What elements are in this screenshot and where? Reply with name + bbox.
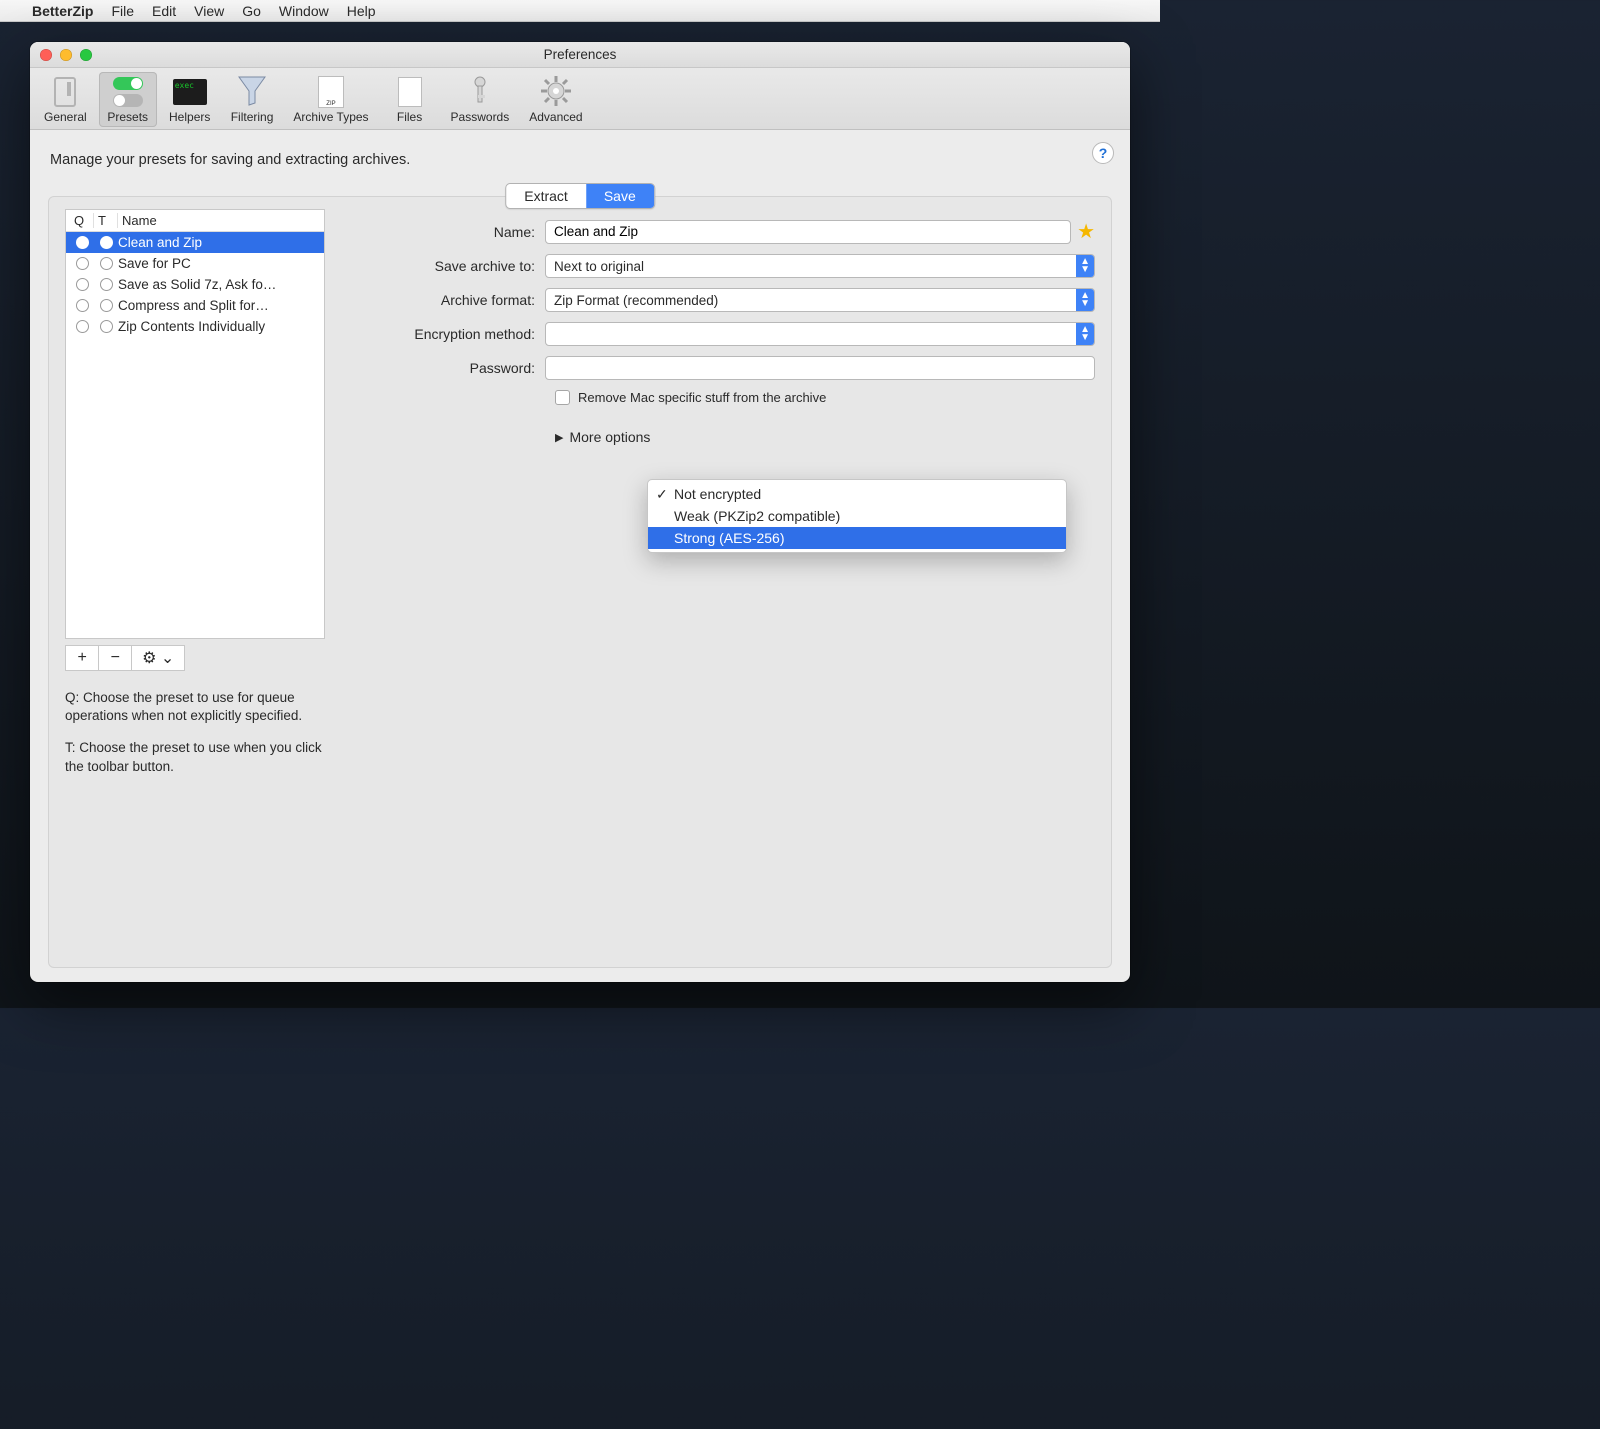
minimize-icon[interactable]	[60, 49, 72, 61]
col-name[interactable]: Name	[118, 213, 320, 228]
password-input[interactable]	[545, 356, 1095, 380]
chevron-updown-icon: ▲▼	[1080, 326, 1090, 342]
presets-icon	[113, 77, 143, 107]
favorite-star-icon[interactable]: ★	[1077, 219, 1095, 244]
preset-table-header: Q T Name	[66, 210, 324, 232]
menu-edit[interactable]: Edit	[152, 3, 176, 19]
archive-types-icon: ZIP	[318, 76, 344, 108]
radio-q[interactable]	[76, 236, 89, 249]
col-q[interactable]: Q	[70, 213, 94, 228]
segment-extract[interactable]: Extract	[506, 184, 586, 208]
toolbar-general[interactable]: General	[36, 72, 95, 127]
toolbar-presets[interactable]: Presets	[99, 72, 157, 127]
encryption-popup[interactable]: ▲▼	[545, 322, 1095, 346]
dropdown-item[interactable]: Weak (PKZip2 compatible)	[648, 505, 1066, 527]
preset-name: Save as Solid 7z, Ask fo…	[118, 277, 320, 292]
remove-mac-label: Remove Mac specific stuff from the archi…	[578, 390, 826, 405]
menu-file[interactable]: File	[111, 3, 134, 19]
radio-t[interactable]	[100, 320, 113, 333]
more-options-disclosure[interactable]: ▶ More options	[555, 429, 1095, 445]
window-title: Preferences	[544, 47, 617, 62]
preset-row[interactable]: Clean and Zip	[66, 232, 324, 253]
extract-save-segmented[interactable]: Extract Save	[505, 183, 655, 209]
archive-format-popup[interactable]: Zip Format (recommended) ▲▼	[545, 288, 1095, 312]
helpers-icon: exec	[173, 79, 207, 105]
hint-q: Q: Choose the preset to use for queue op…	[65, 689, 325, 725]
menu-view[interactable]: View	[194, 3, 224, 19]
menu-window[interactable]: Window	[279, 3, 329, 19]
presets-panel: Extract Save Q T Name Clean and Zip	[48, 196, 1112, 968]
encryption-dropdown-menu[interactable]: Not encrypted Weak (PKZip2 compatible) S…	[647, 479, 1067, 553]
toolbar-advanced[interactable]: Advanced	[521, 72, 590, 127]
funnel-icon	[237, 75, 267, 110]
menu-help[interactable]: Help	[347, 3, 376, 19]
preset-name: Save for PC	[118, 256, 320, 271]
radio-q[interactable]	[76, 320, 89, 333]
radio-q[interactable]	[76, 299, 89, 312]
encryption-label: Encryption method:	[365, 326, 535, 342]
toolbar-files[interactable]: Files	[381, 72, 439, 127]
dropdown-item[interactable]: Strong (AES-256)	[648, 527, 1066, 549]
hint-t: T: Choose the preset to use when you cli…	[65, 739, 325, 775]
preset-row[interactable]: Save as Solid 7z, Ask fo…	[66, 274, 324, 295]
preset-name: Clean and Zip	[118, 235, 320, 250]
remove-preset-button[interactable]: −	[99, 646, 132, 670]
zoom-icon[interactable]	[80, 49, 92, 61]
files-icon	[398, 77, 422, 107]
gear-icon	[541, 76, 571, 109]
page-subtitle: Manage your presets for saving and extra…	[48, 152, 1112, 168]
radio-q[interactable]	[76, 278, 89, 291]
macos-menubar: BetterZip File Edit View Go Window Help	[0, 0, 1160, 22]
toolbar-archive-types[interactable]: ZIP Archive Types	[285, 72, 376, 127]
chevron-updown-icon: ▲▼	[1080, 292, 1090, 308]
segment-save[interactable]: Save	[586, 184, 654, 208]
radio-q[interactable]	[76, 257, 89, 270]
preset-row[interactable]: Compress and Split for…	[66, 295, 324, 316]
menu-go[interactable]: Go	[242, 3, 261, 19]
save-to-popup[interactable]: Next to original ▲▼	[545, 254, 1095, 278]
key-icon	[470, 75, 490, 110]
disclosure-triangle-icon: ▶	[555, 431, 563, 444]
preset-name: Zip Contents Individually	[118, 319, 320, 334]
col-t[interactable]: T	[94, 213, 118, 228]
preset-list-toolbar: + − ⚙︎ ⌄	[65, 645, 185, 671]
radio-t[interactable]	[100, 236, 113, 249]
toolbar-passwords[interactable]: Passwords	[443, 72, 518, 127]
toolbar-filtering[interactable]: Filtering	[223, 72, 282, 127]
remove-mac-checkbox[interactable]	[555, 390, 570, 405]
dropdown-item[interactable]: Not encrypted	[648, 483, 1066, 505]
password-label: Password:	[365, 360, 535, 376]
preset-name: Compress and Split for…	[118, 298, 320, 313]
window-titlebar[interactable]: Preferences	[30, 42, 1130, 68]
preset-actions-button[interactable]: ⚙︎ ⌄	[132, 646, 184, 670]
format-label: Archive format:	[365, 292, 535, 308]
save-to-label: Save archive to:	[365, 258, 535, 274]
chevron-updown-icon: ▲▼	[1080, 258, 1090, 274]
add-preset-button[interactable]: +	[66, 646, 99, 670]
toolbar-helpers[interactable]: exec Helpers	[161, 72, 219, 127]
name-label: Name:	[365, 224, 535, 240]
radio-t[interactable]	[100, 299, 113, 312]
radio-t[interactable]	[100, 278, 113, 291]
help-button[interactable]: ?	[1092, 142, 1114, 164]
radio-t[interactable]	[100, 257, 113, 270]
close-icon[interactable]	[40, 49, 52, 61]
preferences-toolbar: General Presets exec Helpers Filtering Z…	[30, 68, 1130, 130]
preset-row[interactable]: Save for PC	[66, 253, 324, 274]
menubar-app-name[interactable]: BetterZip	[32, 3, 93, 19]
preset-row[interactable]: Zip Contents Individually	[66, 316, 324, 337]
preset-table[interactable]: Q T Name Clean and Zip Save for PC	[65, 209, 325, 639]
preferences-window: Preferences General Presets exec Helpers…	[30, 42, 1130, 982]
preset-name-input[interactable]	[545, 220, 1071, 244]
general-icon	[54, 77, 76, 107]
